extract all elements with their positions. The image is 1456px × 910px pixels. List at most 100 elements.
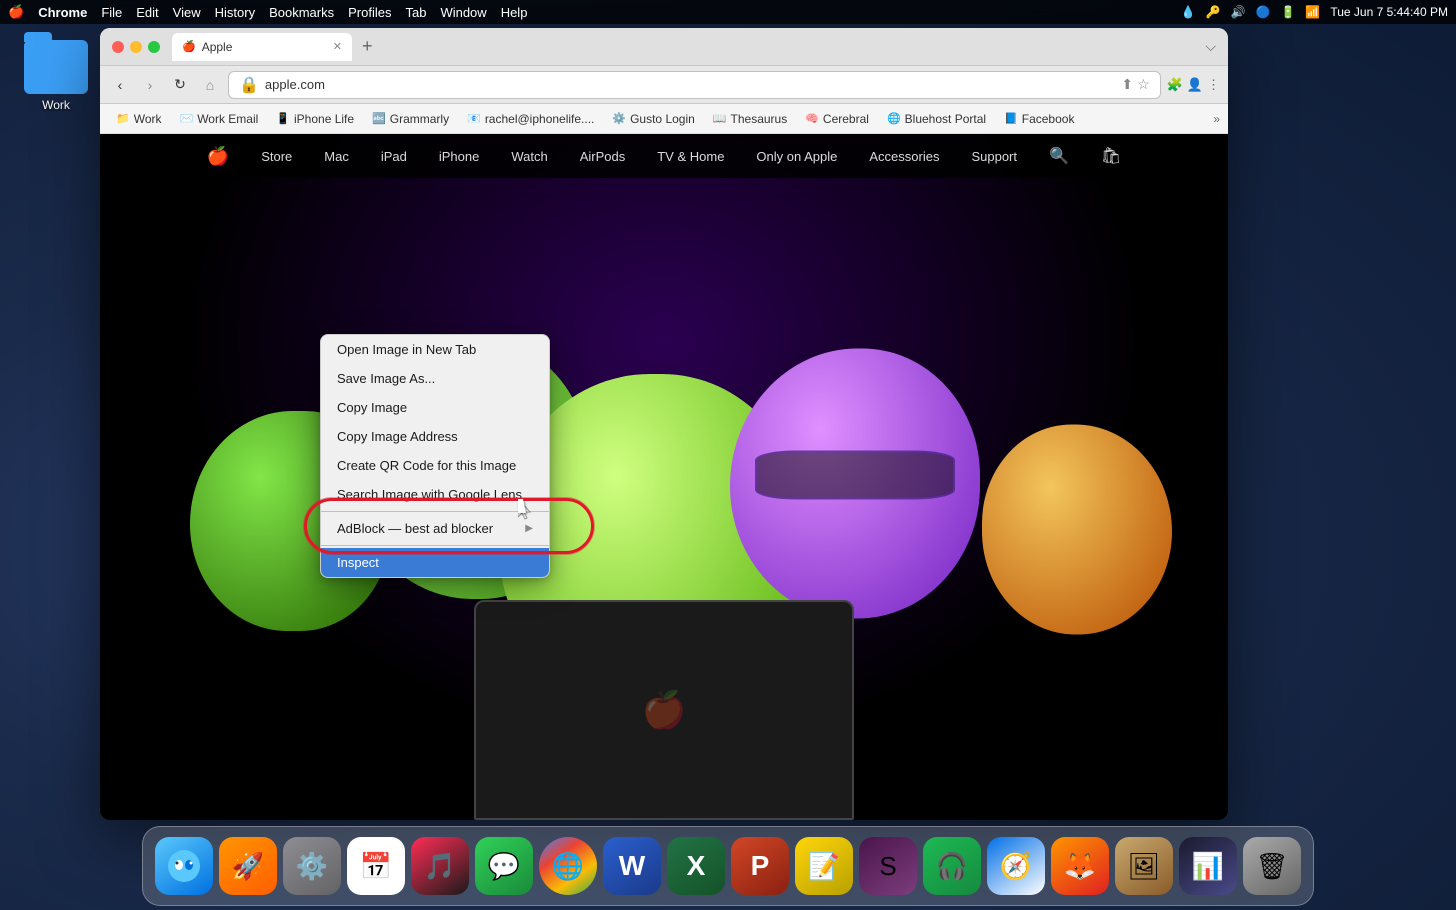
help-menu-item[interactable]: Help xyxy=(501,5,528,20)
share-icon[interactable]: ⬆ xyxy=(1121,76,1133,93)
dock-safari[interactable]: 🧭 xyxy=(987,837,1045,895)
bookmark-thesaurus[interactable]: 📖 Thesaurus xyxy=(705,109,795,129)
apple-website: 🍎 Store Mac iPad iPhone Watch AirPods TV… xyxy=(100,134,1228,820)
context-menu-inspect[interactable]: Inspect xyxy=(321,548,549,577)
apple-nav-airpods[interactable]: AirPods xyxy=(580,149,626,164)
window-menu-item[interactable]: Window xyxy=(440,5,486,20)
bookmark-gusto-label: Gusto Login xyxy=(630,112,695,126)
bookmark-cerebral-icon: 🧠 xyxy=(805,112,819,125)
forward-button[interactable]: › xyxy=(138,73,162,97)
dock-system-preferences[interactable]: ⚙️ xyxy=(283,837,341,895)
dock-firefox[interactable]: 🦊 xyxy=(1051,837,1109,895)
bookmark-gusto[interactable]: ⚙️ Gusto Login xyxy=(604,109,702,129)
dock-word[interactable]: W xyxy=(603,837,661,895)
bookmark-cerebral[interactable]: 🧠 Cerebral xyxy=(797,109,877,129)
dock-launchpad[interactable]: 🚀 xyxy=(219,837,277,895)
bookmark-icon[interactable]: ☆ xyxy=(1137,76,1150,93)
edit-menu-item[interactable]: Edit xyxy=(136,5,158,20)
dock-istat[interactable]: 📊 xyxy=(1179,837,1237,895)
context-menu-adblock[interactable]: AdBlock — best ad blocker ▶ xyxy=(321,514,549,543)
bookmark-iphone-life[interactable]: 📱 iPhone Life xyxy=(268,109,362,129)
bookmarks-bar: 📁 Work ✉️ Work Email 📱 iPhone Life 🔤 Gra… xyxy=(100,104,1228,134)
bookmark-work-email[interactable]: ✉️ Work Email xyxy=(171,109,266,129)
dock-calendar[interactable]: 📅 xyxy=(347,837,405,895)
dock-excel[interactable]: X xyxy=(667,837,725,895)
profiles-menu-item[interactable]: Profiles xyxy=(348,5,391,20)
history-menu-item[interactable]: History xyxy=(215,5,255,20)
dock-chrome[interactable]: 🌐 xyxy=(539,837,597,895)
context-menu-adblock-arrow: ▶ xyxy=(525,523,533,534)
bookmark-work[interactable]: 📁 Work xyxy=(108,109,169,129)
memoji-right xyxy=(730,348,980,618)
view-menu-item[interactable]: View xyxy=(173,5,201,20)
context-menu-qr-code[interactable]: Create QR Code for this Image xyxy=(321,451,549,480)
context-menu-open-image[interactable]: Open Image in New Tab xyxy=(321,335,549,364)
apple-nav-store[interactable]: Store xyxy=(261,149,292,164)
minimize-button[interactable] xyxy=(130,41,142,53)
apple-nav-bag-icon[interactable]: 🛍 xyxy=(1101,146,1121,166)
tab-close-button[interactable]: ✕ xyxy=(333,40,342,53)
browser-tab[interactable]: 🍎 Apple ✕ xyxy=(172,33,352,61)
bookmark-bluehost-icon: 🌐 xyxy=(887,112,901,125)
chrome-menu-item[interactable]: Chrome xyxy=(38,5,87,20)
apple-nav-accessories[interactable]: Accessories xyxy=(869,149,939,164)
dock-slack[interactable]: S xyxy=(859,837,917,895)
bookmarks-menu-item[interactable]: Bookmarks xyxy=(269,5,334,20)
extensions-icon[interactable]: 🧩 xyxy=(1167,77,1183,93)
context-menu-copy-address[interactable]: Copy Image Address xyxy=(321,422,549,451)
apple-nav: 🍎 Store Mac iPad iPhone Watch AirPods TV… xyxy=(100,134,1228,178)
bookmark-grammarly[interactable]: 🔤 Grammarly xyxy=(364,109,457,129)
bookmark-gusto-icon: ⚙️ xyxy=(612,112,626,125)
dock-trash[interactable]: 🗑 xyxy=(1243,837,1301,895)
macbook-container: 🍎 xyxy=(454,600,874,820)
menubar-bluetooth-icon: 🔵 xyxy=(1256,5,1271,19)
dock-music[interactable]: 🎵 xyxy=(411,837,469,895)
apple-nav-search-icon[interactable]: 🔍 xyxy=(1049,146,1069,166)
dock-spotify[interactable]: 🎧 xyxy=(923,837,981,895)
back-button[interactable]: ‹ xyxy=(108,73,132,97)
apple-nav-ipad[interactable]: iPad xyxy=(381,149,407,164)
apple-nav-support[interactable]: Support xyxy=(971,149,1017,164)
context-menu-google-lens[interactable]: Search Image with Google Lens xyxy=(321,480,549,509)
apple-nav-iphone[interactable]: iPhone xyxy=(439,149,479,164)
bookmark-rachel[interactable]: 📧 rachel@iphonelife.... xyxy=(459,109,602,129)
bookmark-work-email-icon: ✉️ xyxy=(179,112,193,125)
url-bar[interactable]: 🔒 apple.com ⬆ ☆ xyxy=(228,71,1161,99)
dock-notes[interactable]: 📝 xyxy=(795,837,853,895)
bookmark-work-label: Work xyxy=(134,112,162,126)
bookmark-work-icon: 📁 xyxy=(116,112,130,125)
dock: 🚀 ⚙️ 📅 🎵 💬 🌐 W X P 📝 S 🎧 🧭 🦊 🖼 📊 xyxy=(142,826,1314,906)
apple-nav-tv-home[interactable]: TV & Home xyxy=(657,149,724,164)
context-menu-adblock-label: AdBlock — best ad blocker xyxy=(337,521,493,536)
more-options-icon[interactable]: ⋮ xyxy=(1207,77,1220,93)
context-menu-save-image[interactable]: Save Image As... xyxy=(321,364,549,393)
dock-messages[interactable]: 💬 xyxy=(475,837,533,895)
new-tab-button[interactable]: + xyxy=(356,36,379,57)
apple-nav-mac[interactable]: Mac xyxy=(324,149,349,164)
macbook-screen: 🍎 xyxy=(474,600,854,820)
apple-nav-watch[interactable]: Watch xyxy=(511,149,547,164)
apple-menu-icon[interactable]: 🍎 xyxy=(8,4,24,20)
tab-menu-item[interactable]: Tab xyxy=(405,5,426,20)
dock-finder[interactable] xyxy=(155,837,213,895)
menubar-left: 🍎 Chrome File Edit View History Bookmark… xyxy=(8,4,527,20)
dock-powerpoint[interactable]: P xyxy=(731,837,789,895)
maximize-button[interactable] xyxy=(148,41,160,53)
traffic-lights xyxy=(112,41,160,53)
bookmark-facebook[interactable]: 📘 Facebook xyxy=(996,109,1082,129)
home-button[interactable]: ⌂ xyxy=(198,73,222,97)
reload-button[interactable]: ↻ xyxy=(168,73,192,97)
lock-icon: 🔒 xyxy=(239,75,259,95)
tab-options-button[interactable]: ⌵ xyxy=(1205,38,1216,55)
context-menu-copy-image[interactable]: Copy Image xyxy=(321,393,549,422)
bookmarks-more-button[interactable]: » xyxy=(1213,112,1220,126)
tab-favicon: 🍎 xyxy=(182,40,196,53)
close-button[interactable] xyxy=(112,41,124,53)
dock-preview[interactable]: 🖼 xyxy=(1115,837,1173,895)
bookmark-bluehost[interactable]: 🌐 Bluehost Portal xyxy=(879,109,994,129)
apple-nav-only-on-apple[interactable]: Only on Apple xyxy=(756,149,837,164)
menubar-battery-icon: 🔋 xyxy=(1280,5,1295,19)
desktop-folder-work[interactable]: Work xyxy=(24,40,88,112)
file-menu-item[interactable]: File xyxy=(101,5,122,20)
profile-icon[interactable]: 👤 xyxy=(1187,77,1203,93)
